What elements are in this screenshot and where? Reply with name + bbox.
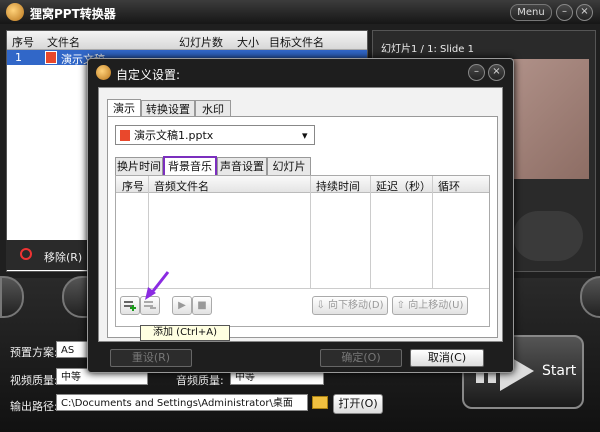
output-path-label: 输出路径: <box>10 400 58 413</box>
reset-button[interactable]: 重设(R) <box>110 349 192 367</box>
menu-button[interactable]: Menu <box>510 4 552 21</box>
remove-icon[interactable] <box>20 248 32 260</box>
move-down-icon: ⇩ <box>316 300 325 311</box>
move-down-button[interactable]: ⇩ 向下移动(D) <box>312 296 388 315</box>
dialog-body: 演示 转换设置 水印 演示文稿1.pptx ▾ 换片时间 背景音乐 声音设置 幻… <box>98 87 503 342</box>
chevron-down-icon: ▾ <box>302 129 308 142</box>
subtab-sound-settings[interactable]: 声音设置 <box>217 157 267 175</box>
app-logo-icon <box>6 3 24 21</box>
presentation-tab-panel: 演示文稿1.pptx ▾ 换片时间 背景音乐 声音设置 幻灯片 序号 音频文件名… <box>107 116 498 338</box>
file-list-header: 序号 文件名 幻灯片数 大小 目标文件名 <box>7 31 367 50</box>
move-up-button[interactable]: ⇧ 向上移动(U) <box>392 296 468 315</box>
title-bar: 狸窝PPT转换器 Menu – × <box>0 0 600 24</box>
header-target-filename: 目标文件名 <box>269 36 324 49</box>
audio-header-loop: 循环 <box>438 180 460 193</box>
stop-icon: ■ <box>197 300 207 311</box>
play-icon: ▶ <box>178 300 186 311</box>
move-up-label: 向上移动(U) <box>408 300 464 311</box>
ppt-file-icon <box>120 130 130 141</box>
move-down-label: 向下移动(D) <box>328 300 384 311</box>
move-up-icon: ⇧ <box>396 300 406 311</box>
custom-settings-dialog: 自定义设置: – × 演示 转换设置 水印 演示文稿1.pptx ▾ 换片时间 … <box>87 58 514 373</box>
presentation-file-select[interactable]: 演示文稿1.pptx ▾ <box>115 125 315 145</box>
player-control-icon[interactable] <box>513 211 583 261</box>
header-index: 序号 <box>12 36 34 49</box>
preview-label: 幻灯片1 / 1: Slide 1 <box>381 44 474 55</box>
header-size: 大小 <box>237 36 259 49</box>
header-filename: 文件名 <box>47 36 80 49</box>
minimize-button[interactable]: – <box>556 4 573 21</box>
row-index: 1 <box>15 51 22 64</box>
stop-audio-button[interactable]: ■ <box>192 296 212 315</box>
add-audio-button[interactable] <box>120 296 140 315</box>
background-music-panel: 序号 音频文件名 持续时间 延迟（秒） 循环 ▶ ■ ⇩ 向下移动(D) ⇧ 向… <box>115 175 490 327</box>
dialog-minimize-button[interactable]: – <box>468 64 485 81</box>
audio-header-filename: 音频文件名 <box>154 180 209 193</box>
audio-header-duration: 持续时间 <box>316 180 360 193</box>
column-divider <box>432 176 433 288</box>
dialog-close-button[interactable]: × <box>488 64 505 81</box>
preset-label: 预置方案: <box>10 346 58 359</box>
remove-music-icon <box>144 301 156 309</box>
audio-quality-label: 音频质量: <box>176 374 224 387</box>
ppt-file-icon <box>45 51 57 64</box>
add-tooltip: 添加 (Ctrl+A) <box>140 325 230 341</box>
subtab-transition-time[interactable]: 换片时间 <box>115 157 163 175</box>
dialog-logo-icon <box>96 65 111 80</box>
preset-select[interactable]: AS <box>56 341 88 358</box>
open-button[interactable]: 打开(O) <box>333 394 383 414</box>
app-title: 狸窝PPT转换器 <box>30 7 116 21</box>
remove-label[interactable]: 移除(R) <box>44 249 82 265</box>
output-path-input[interactable]: C:\Documents and Settings\Administrator\… <box>56 394 308 411</box>
audio-header-index: 序号 <box>122 180 144 193</box>
play-audio-button[interactable]: ▶ <box>172 296 192 315</box>
header-slide-count: 幻灯片数 <box>179 36 223 49</box>
file-select-value: 演示文稿1.pptx <box>134 129 214 142</box>
close-button[interactable]: × <box>576 4 593 21</box>
column-divider <box>310 176 311 288</box>
ok-button[interactable]: 确定(O) <box>320 349 402 367</box>
cancel-button[interactable]: 取消(C) <box>410 349 484 367</box>
dialog-title: 自定义设置: <box>116 68 181 82</box>
audio-list-header: 序号 音频文件名 持续时间 延迟（秒） 循环 <box>116 176 489 193</box>
subtab-slides[interactable]: 幻灯片 <box>267 157 311 175</box>
pointer-arrow-icon <box>145 271 170 300</box>
column-divider <box>370 176 371 288</box>
add-music-icon <box>124 301 136 311</box>
start-label: Start <box>542 363 577 379</box>
folder-icon[interactable] <box>312 396 328 409</box>
audio-header-delay: 延迟（秒） <box>376 180 431 193</box>
video-quality-label: 视频质量: <box>10 374 58 387</box>
